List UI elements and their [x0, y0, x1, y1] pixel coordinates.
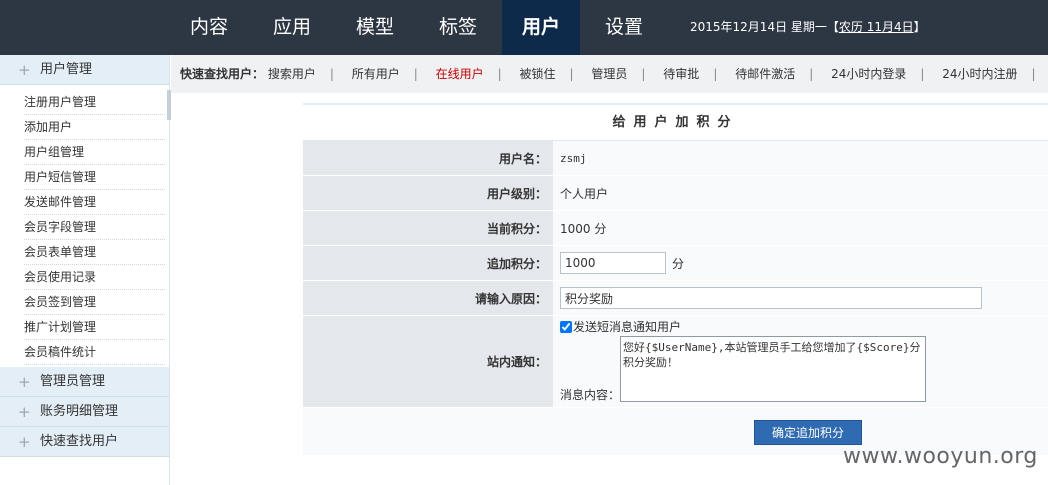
user-level-label: 用户级别： — [303, 176, 553, 210]
separator: | — [809, 67, 814, 81]
sidebar-item-member-fields[interactable]: 会员字段管理 — [24, 215, 165, 240]
row-reason: 请输入原因： — [303, 281, 1048, 316]
row-current-points: 当前积分： 1000 分 — [303, 211, 1048, 246]
separator: | — [641, 67, 646, 81]
sidebar-section-user-management[interactable]: + 用户管理 — [0, 55, 169, 85]
nav-tab-tags[interactable]: 标签 — [419, 0, 497, 55]
quick-link-pending-approval[interactable]: 待审批 — [663, 67, 699, 81]
sidebar-section-label: 用户管理 — [40, 62, 93, 77]
quick-link-pending-email[interactable]: 待邮件激活 — [735, 67, 795, 81]
quick-link-search-users[interactable]: 搜索用户 — [268, 67, 316, 81]
plus-icon: + — [18, 403, 31, 421]
sidebar-item-send-email[interactable]: 发送邮件管理 — [24, 190, 165, 215]
separator: | — [569, 67, 574, 81]
add-points-form: 给用户加积分 用户名： zsmj 用户级别： 个人用户 当前积分： 1000 分… — [303, 103, 1048, 455]
user-level-value: 个人用户 — [560, 186, 609, 201]
separator: | — [920, 67, 925, 81]
notify-user-option[interactable]: 发送短消息通知用户 — [560, 318, 681, 335]
sidebar-item-user-sms[interactable]: 用户短信管理 — [24, 165, 165, 190]
sidebar-section-finance-details[interactable]: + 账务明细管理 — [0, 397, 169, 427]
message-content-textarea[interactable]: 您好{$UserName},本站管理员手工给您增加了{$Score}分积分奖励！ — [620, 336, 926, 402]
date-close-bracket: 】 — [913, 20, 926, 34]
sidebar: + 用户管理 注册用户管理 添加用户 用户组管理 用户短信管理 发送邮件管理 会… — [0, 55, 171, 485]
site-notice-label: 站内通知： — [303, 316, 553, 407]
sidebar-section-label: 快速查找用户 — [40, 434, 119, 449]
confirm-add-points-button[interactable]: 确定追加积分 — [754, 420, 862, 445]
lunar-date-link[interactable]: 农历 11月4日 — [839, 20, 914, 34]
row-site-notice: 站内通知： 发送短消息通知用户 消息内容： 您好{$UserName},本站管理… — [303, 316, 1048, 408]
reason-cell — [560, 281, 1048, 315]
row-add-points: 追加积分： 分 — [303, 246, 1048, 281]
separator: | — [413, 67, 418, 81]
quick-link-locked[interactable]: 被锁住 — [520, 67, 556, 81]
plus-icon: + — [18, 61, 31, 79]
separator: | — [713, 67, 718, 81]
quick-link-register-24h[interactable]: 24小时内注册 — [942, 67, 1017, 81]
nav-tab-content[interactable]: 内容 — [170, 0, 248, 55]
sidebar-item-manuscript-stats[interactable]: 会员稿件统计 — [24, 340, 165, 365]
current-points-value: 1000 分 — [560, 221, 607, 236]
quick-find-label: 快速查找用户： — [180, 67, 265, 81]
quick-link-admins[interactable]: 管理员 — [591, 67, 627, 81]
sidebar-user-list: 注册用户管理 添加用户 用户组管理 用户短信管理 发送邮件管理 会员字段管理 会… — [0, 85, 169, 367]
message-content-label: 消息内容： — [560, 388, 621, 402]
nav-tab-models[interactable]: 模型 — [336, 0, 414, 55]
main-content: 给用户加积分 用户名： zsmj 用户级别： 个人用户 当前积分： 1000 分… — [171, 93, 1048, 485]
sidebar-item-checkin[interactable]: 会员签到管理 — [24, 290, 165, 315]
site-notice-cell: 发送短消息通知用户 消息内容： 您好{$UserName},本站管理员手工给您增… — [560, 316, 1048, 407]
quick-link-all-users[interactable]: 所有用户 — [352, 67, 400, 81]
sidebar-section-quick-find[interactable]: + 快速查找用户 — [0, 427, 169, 457]
separator: | — [1031, 67, 1036, 81]
add-points-label: 追加积分： — [303, 246, 553, 280]
nav-tab-apps[interactable]: 应用 — [253, 0, 331, 55]
reason-label: 请输入原因： — [303, 281, 553, 315]
quick-link-login-24h[interactable]: 24小时内登录 — [831, 67, 906, 81]
form-title: 给用户加积分 — [303, 105, 1048, 141]
add-points-unit: 分 — [672, 256, 685, 271]
plus-icon: + — [18, 373, 31, 391]
notify-user-label: 发送短消息通知用户 — [573, 320, 682, 334]
add-points-cell: 分 — [560, 246, 1048, 280]
add-points-input[interactable] — [560, 252, 666, 274]
sidebar-section-label: 账务明细管理 — [40, 404, 119, 419]
sidebar-item-member-forms[interactable]: 会员表单管理 — [24, 240, 165, 265]
quick-link-online-users[interactable]: 在线用户 — [436, 67, 484, 81]
top-nav-bar: 内容 应用 模型 标签 用户 设置 2015年12月14日 星期一【农历 11月… — [0, 0, 1048, 55]
username-label: 用户名： — [303, 141, 553, 175]
separator: | — [329, 67, 334, 81]
quick-find-bar: 快速查找用户： 搜索用户 | 所有用户 | 在线用户 | 被锁住 | 管理员 | 待审批 |… — [171, 55, 1048, 93]
sidebar-section-admin-management[interactable]: + 管理员管理 — [0, 367, 169, 397]
sidebar-item-registered-users[interactable]: 注册用户管理 — [24, 90, 165, 115]
sidebar-item-add-user[interactable]: 添加用户 — [24, 115, 165, 140]
sidebar-item-promotion[interactable]: 推广计划管理 — [24, 315, 165, 340]
sidebar-section-label: 管理员管理 — [40, 374, 106, 389]
username-value: zsmj — [560, 151, 587, 165]
row-user-level: 用户级别： 个人用户 — [303, 176, 1048, 211]
nav-tab-users[interactable]: 用户 — [502, 0, 580, 55]
row-username: 用户名： zsmj — [303, 141, 1048, 176]
plus-icon: + — [18, 433, 31, 451]
sidebar-item-usage-records[interactable]: 会员使用记录 — [24, 265, 165, 290]
current-points-label: 当前积分： — [303, 211, 553, 245]
notify-user-checkbox[interactable] — [560, 320, 572, 333]
date-display: 2015年12月14日 星期一【农历 11月4日】 — [690, 0, 926, 55]
separator: | — [497, 67, 502, 81]
reason-input[interactable] — [560, 287, 982, 309]
watermark: www.wooyun.org — [843, 444, 1038, 469]
date-text: 2015年12月14日 星期一【 — [690, 20, 839, 34]
sidebar-item-user-groups[interactable]: 用户组管理 — [24, 140, 165, 165]
nav-tab-settings[interactable]: 设置 — [585, 0, 663, 55]
